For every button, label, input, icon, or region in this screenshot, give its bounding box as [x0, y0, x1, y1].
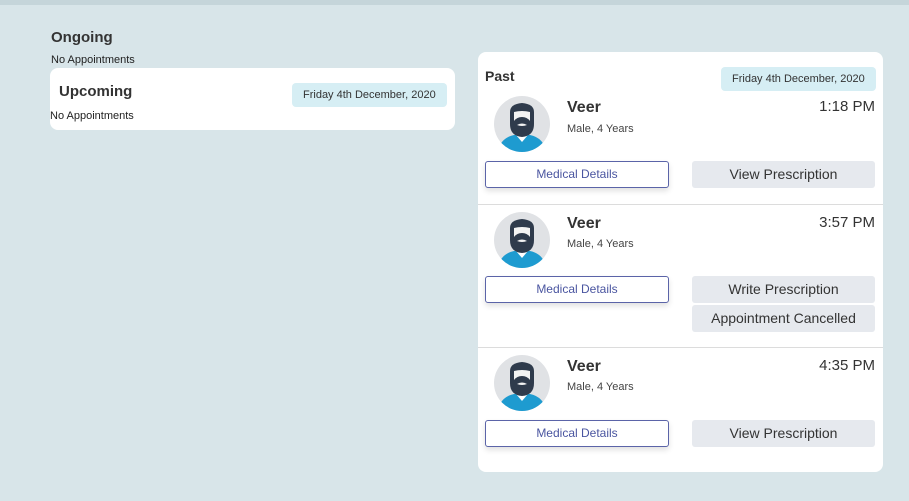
patient-name: Veer	[567, 215, 601, 232]
patient-name: Veer	[567, 99, 601, 116]
medical-details-button[interactable]: Medical Details	[485, 420, 669, 447]
write-prescription-button[interactable]: Write Prescription	[692, 276, 875, 303]
upcoming-empty-note: No Appointments	[50, 110, 134, 122]
past-title: Past	[485, 68, 515, 84]
past-card: Past Friday 4th December, 2020 Veer Male…	[478, 52, 883, 472]
user-avatar-icon	[494, 96, 550, 152]
patient-name: Veer	[567, 358, 601, 375]
user-avatar-icon	[494, 355, 550, 411]
appointment-item: Veer Male, 4 Years 4:35 PM Medical Detai…	[478, 347, 883, 472]
upcoming-title: Upcoming	[59, 83, 133, 100]
appointment-time: 1:18 PM	[819, 98, 875, 115]
appointment-time: 4:35 PM	[819, 357, 875, 374]
ongoing-empty-note: No Appointments	[51, 54, 135, 66]
appointment-cancelled-status: Appointment Cancelled	[692, 305, 875, 332]
patient-info: Male, 4 Years	[567, 123, 634, 135]
appointment-item: Veer Male, 4 Years 3:57 PM Medical Detai…	[478, 204, 883, 347]
medical-details-button[interactable]: Medical Details	[485, 276, 669, 303]
top-bar	[0, 0, 909, 5]
appointment-time: 3:57 PM	[819, 214, 875, 231]
upcoming-card: Upcoming Friday 4th December, 2020 No Ap…	[50, 68, 455, 130]
appointment-item: Veer Male, 4 Years 1:18 PM Medical Detai…	[478, 90, 883, 204]
medical-details-button[interactable]: Medical Details	[485, 161, 669, 188]
user-avatar-icon	[494, 212, 550, 268]
ongoing-title: Ongoing	[51, 29, 113, 46]
view-prescription-button[interactable]: View Prescription	[692, 161, 875, 188]
patient-info: Male, 4 Years	[567, 238, 634, 250]
upcoming-date-badge: Friday 4th December, 2020	[292, 83, 447, 107]
view-prescription-button[interactable]: View Prescription	[692, 420, 875, 447]
patient-info: Male, 4 Years	[567, 381, 634, 393]
past-date-badge: Friday 4th December, 2020	[721, 67, 876, 91]
